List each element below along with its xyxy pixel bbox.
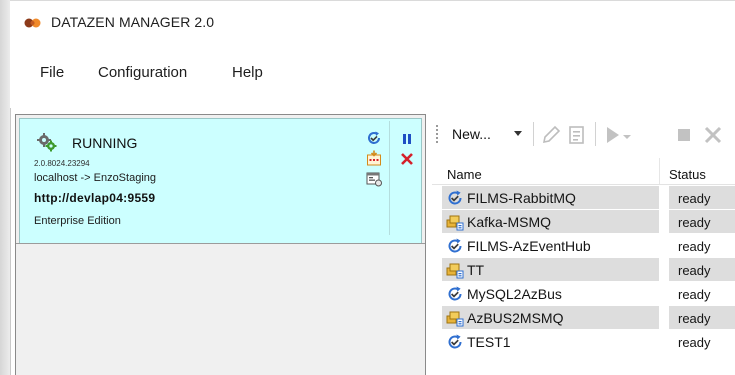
job-name-cell[interactable]: MySQL2AzBus — [442, 282, 659, 305]
job-name-cell[interactable]: FILMS-AzEventHub — [442, 234, 659, 257]
column-header-status[interactable]: Status — [669, 167, 706, 182]
job-name: MySQL2AzBus — [467, 286, 562, 302]
list-item[interactable]: FILMS-AzEventHub ready — [442, 234, 735, 258]
job-status: ready — [678, 215, 711, 230]
job-name-cell[interactable]: TT — [442, 258, 659, 281]
config-window-icon[interactable] — [366, 171, 382, 187]
toolbar-separator — [595, 122, 596, 146]
job-name: AzBUS2MSMQ — [467, 310, 564, 326]
jobs-pane: New... Name Status FILMS-RabbitMQ ready … — [432, 114, 735, 375]
job-name-cell[interactable]: FILMS-RabbitMQ — [442, 186, 659, 209]
pane-divider — [16, 243, 425, 244]
list-item[interactable]: TT ready — [442, 258, 735, 282]
job-status: ready — [678, 239, 711, 254]
refresh-check-icon — [446, 285, 464, 303]
play-dropdown-icon[interactable] — [622, 124, 632, 146]
refresh-check-icon — [446, 237, 464, 255]
menu-help[interactable]: Help — [232, 64, 263, 81]
list-item[interactable]: Kafka-MSMQ ready — [442, 210, 735, 234]
pencil-icon[interactable] — [540, 124, 562, 146]
server-version: 2.0.8024.23294 — [34, 159, 90, 168]
menu-bar: File Configuration Help — [10, 42, 735, 108]
job-status: ready — [678, 335, 711, 350]
server-status: RUNNING — [72, 135, 138, 151]
app-logo-icon — [24, 18, 41, 28]
job-status-cell[interactable]: ready — [669, 306, 735, 329]
column-header-name[interactable]: Name — [447, 167, 482, 182]
pause-icon[interactable] — [399, 131, 415, 147]
column-divider[interactable] — [659, 158, 660, 184]
list-item[interactable]: FILMS-RabbitMQ ready — [442, 186, 735, 210]
server-url: http://devlap04:9559 — [34, 191, 156, 205]
list-item[interactable]: MySQL2AzBus ready — [442, 282, 735, 306]
job-name: TEST1 — [467, 334, 511, 350]
job-status-cell[interactable]: ready — [669, 186, 735, 209]
play-icon[interactable] — [602, 124, 624, 146]
window-title: DATAZEN MANAGER 2.0 — [51, 14, 215, 30]
toolbar-separator — [533, 122, 534, 146]
server-card[interactable]: RUNNING 2.0.8024.23294 localhost -> Enzo… — [19, 118, 422, 244]
job-name: FILMS-RabbitMQ — [467, 190, 576, 206]
document-icon[interactable] — [566, 124, 588, 146]
queue-icon — [446, 213, 464, 231]
list-header: Name Status — [432, 154, 735, 185]
delete-icon[interactable] — [702, 124, 724, 146]
list-item[interactable]: AzBUS2MSMQ ready — [442, 306, 735, 330]
stop-icon[interactable] — [673, 124, 695, 146]
new-button[interactable]: New... — [444, 123, 530, 145]
server-connection: localhost -> EnzoStaging — [34, 172, 156, 184]
title-bar[interactable]: DATAZEN MANAGER 2.0 — [10, 0, 735, 43]
job-name: FILMS-AzEventHub — [467, 238, 591, 254]
server-pane: RUNNING 2.0.8024.23294 localhost -> Enzo… — [15, 114, 426, 375]
refresh-check-icon — [446, 189, 464, 207]
close-icon[interactable] — [399, 151, 415, 167]
jobs-toolbar: New... — [432, 114, 735, 154]
job-status: ready — [678, 311, 711, 326]
refresh-check-icon[interactable] — [366, 130, 382, 146]
job-status-cell[interactable]: ready — [669, 282, 735, 305]
job-name-cell[interactable]: TEST1 — [442, 330, 659, 353]
job-status-cell[interactable]: ready — [669, 234, 735, 257]
download-calendar-icon[interactable] — [366, 150, 382, 166]
job-status: ready — [678, 287, 711, 302]
new-button-label: New... — [452, 126, 491, 142]
list-item[interactable]: TEST1 ready — [442, 330, 735, 354]
job-status: ready — [678, 263, 711, 278]
menu-file[interactable]: File — [40, 64, 64, 81]
job-status: ready — [678, 191, 711, 206]
job-name-cell[interactable]: Kafka-MSMQ — [442, 210, 659, 233]
refresh-check-icon — [446, 333, 464, 351]
card-divider — [389, 121, 390, 235]
gears-icon — [37, 133, 57, 152]
job-status-cell[interactable]: ready — [669, 258, 735, 281]
app-window: DATAZEN MANAGER 2.0 File Configuration H… — [0, 0, 735, 375]
job-name: TT — [467, 262, 485, 278]
menu-configuration[interactable]: Configuration — [98, 64, 187, 81]
queue-icon — [446, 261, 464, 279]
job-name: Kafka-MSMQ — [467, 214, 552, 230]
job-name-cell[interactable]: AzBUS2MSMQ — [442, 306, 659, 329]
chevron-down-icon — [514, 131, 522, 136]
job-status-cell[interactable]: ready — [669, 330, 735, 353]
job-status-cell[interactable]: ready — [669, 210, 735, 233]
queue-icon — [446, 309, 464, 327]
toolbar-grip-icon[interactable] — [436, 125, 438, 143]
server-edition: Enterprise Edition — [34, 215, 121, 227]
